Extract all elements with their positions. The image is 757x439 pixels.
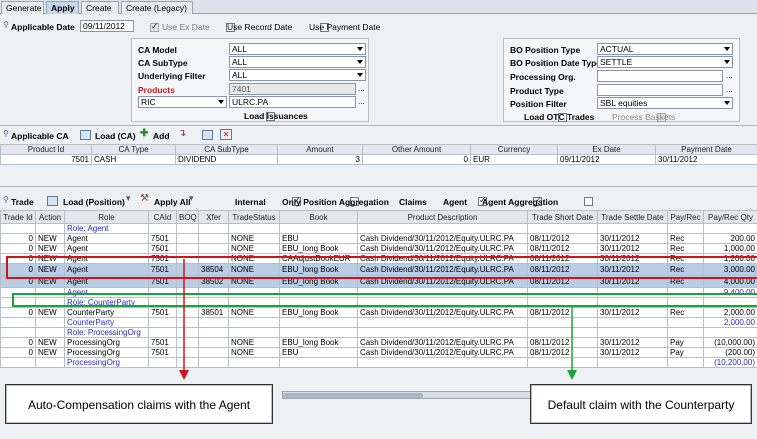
green-arrow-head [567,370,577,380]
agent-claims-callout: Auto-Compensation claims with the Agent [5,384,273,424]
annotation-layer [6,256,757,380]
counterparty-claim-callout: Default claim with the Counterparty [530,384,752,424]
agent-claims-highlight [6,256,757,279]
red-arrow-head [179,370,189,380]
counterparty-claim-highlight [12,293,757,307]
